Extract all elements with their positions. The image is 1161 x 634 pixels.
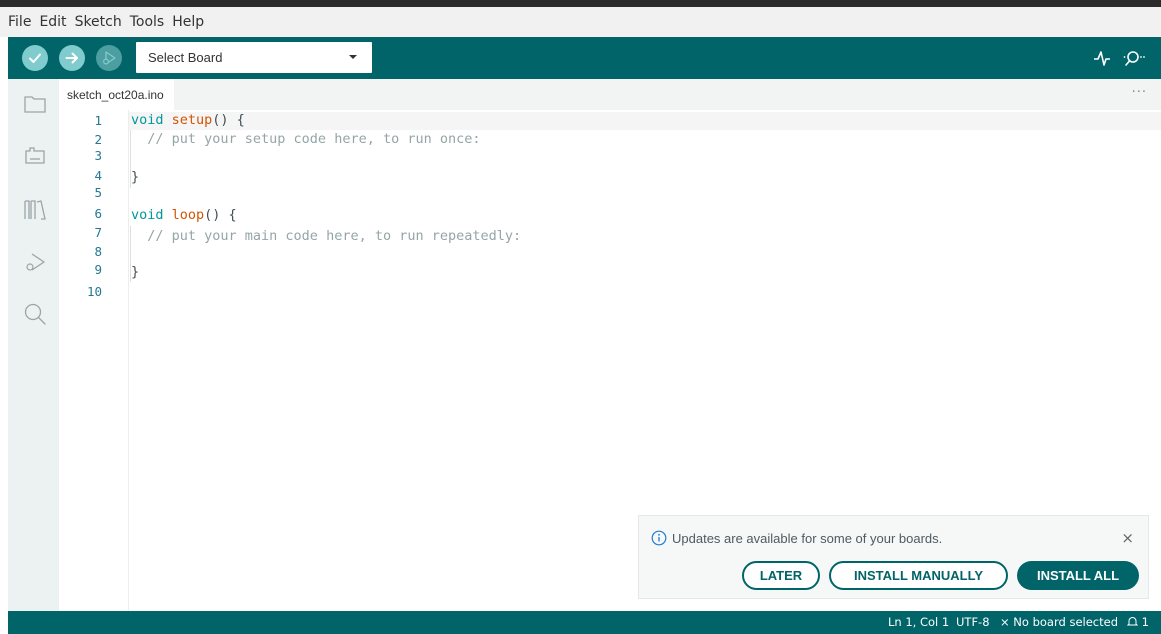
later-button[interactable]: LATER [742,561,820,590]
update-notification: Updates are available for some of your b… [638,515,1149,599]
notification-count: 1 [1141,615,1149,629]
bell-icon [1126,617,1139,626]
code-keyword: void [131,207,164,223]
install-manually-button[interactable]: INSTALL MANUALLY [829,561,1008,590]
menubar: File Edit Sketch Tools Help [0,7,1161,37]
board-status[interactable]: × No board selected [1000,615,1118,629]
chevron-down-icon [349,55,357,59]
code-line-4: } [131,169,140,185]
code-line-2: // put your setup code here, to run once… [131,131,481,147]
line-number: 2 [94,132,102,147]
cursor-position[interactable]: Ln 1, Col 1 [888,615,949,629]
line-number: 10 [86,284,102,299]
current-line-highlight [129,112,1161,130]
tab-sketch-file[interactable]: sketch_oct20a.ino [59,79,174,110]
serial-monitor-icon[interactable] [1123,47,1145,69]
line-number: 7 [94,225,102,240]
line-number-gutter: 1 2 3 4 5 6 7 8 9 10 [59,110,129,611]
library-manager-icon[interactable] [22,197,48,223]
notification-message: Updates are available for some of your b… [672,531,943,546]
editor-tab-bar: sketch_oct20a.ino ··· [59,79,1161,110]
code-text: () { [204,207,237,223]
menu-file[interactable]: File [8,14,31,30]
upload-button[interactable] [59,45,85,71]
code-line-7: // put your main code here, to run repea… [131,228,522,244]
more-icon[interactable]: ··· [1132,85,1147,100]
menu-sketch[interactable]: Sketch [75,14,122,30]
code-line-9: } [131,264,140,280]
line-number: 1 [94,113,102,128]
window-top-edge [0,0,1161,7]
debug-icon[interactable] [22,249,48,275]
line-number: 5 [94,185,102,200]
line-number: 8 [94,244,102,259]
code-line-1: void setup() { [131,112,245,128]
boards-manager-icon[interactable] [22,143,48,169]
notifications-indicator[interactable]: 1 [1126,615,1149,629]
line-number: 3 [94,148,102,163]
sidebar [8,79,59,611]
menu-edit[interactable]: Edit [39,14,66,30]
toolbar: Select Board [8,37,1161,79]
line-number: 6 [94,206,102,221]
code-keyword: void [131,112,164,128]
board-select-dropdown[interactable]: Select Board [136,42,372,73]
code-function: setup [171,112,213,128]
tab-label: sketch_oct20a.ino [67,87,164,102]
code-text: () { [212,112,245,128]
install-all-button[interactable]: INSTALL ALL [1017,561,1139,590]
debug-button[interactable] [96,45,122,71]
menu-tools[interactable]: Tools [130,14,165,30]
debug-icon [102,51,116,65]
menu-help[interactable]: Help [172,14,204,30]
sketchbook-icon[interactable] [22,91,48,117]
serial-plotter-icon[interactable] [1091,47,1113,69]
verify-icon [29,53,41,63]
info-icon [651,530,667,546]
upload-icon [65,52,78,64]
code-function: loop [171,207,205,223]
close-icon[interactable]: × [1121,529,1134,547]
verify-button[interactable] [22,45,48,71]
line-number: 9 [94,262,102,277]
board-select-label: Select Board [148,50,223,65]
search-icon[interactable] [22,301,48,327]
file-encoding[interactable]: UTF-8 [956,615,990,629]
line-number: 4 [94,168,102,183]
code-line-6: void loop() { [131,207,237,223]
status-bar: Ln 1, Col 1 UTF-8 × No board selected 1 [8,611,1161,634]
